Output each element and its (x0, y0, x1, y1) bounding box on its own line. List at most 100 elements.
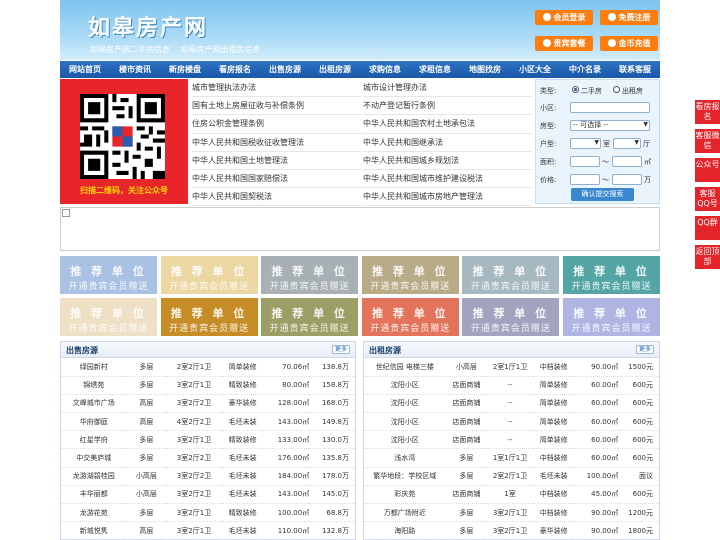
site-logo[interactable]: 如皋房产网 (88, 10, 208, 42)
listing-cell[interactable]: 沈阳小区 (364, 412, 446, 432)
listing-row[interactable]: 文峰城市广场 高层 3室2厅2卫 豪华装修 128.00㎡ 168.0万 (61, 394, 355, 414)
nav-item-10[interactable]: 中介名录 (560, 61, 610, 78)
recommended-unit-ad[interactable]: 推 荐 单 位开通贵宾会员赠送 (462, 256, 560, 294)
law-link[interactable]: 中华人民共和国城市房地产管理法 (363, 188, 532, 207)
area-min-input[interactable] (570, 156, 600, 167)
listing-row[interactable]: 沈阳小区 店面商铺 -- 简单装修 60.00㎡ 600元 (364, 412, 659, 432)
side-button-1[interactable]: 客服微信 (695, 129, 720, 153)
recharge-button[interactable]: 金币充值 (600, 36, 658, 51)
law-link[interactable]: 中华人民共和国国家赔偿法 (192, 170, 361, 189)
recommended-unit-ad[interactable]: 推 荐 单 位开通贵宾会员赠送 (261, 256, 359, 294)
search-submit-button[interactable]: 确认提交搜索 (571, 188, 634, 201)
listing-cell[interactable]: 沈阳小区 (364, 376, 446, 395)
listing-cell[interactable]: 龙游花苑 (61, 503, 127, 523)
radio-secondhand[interactable] (572, 86, 579, 93)
law-link[interactable]: 城市管理执法办法 (192, 79, 361, 98)
side-button-5[interactable]: 返回顶部 (695, 245, 720, 269)
listing-row[interactable]: 龙游湖碧桂园 小高层 3室2厅2卫 毛坯未装 184.00㎡ 178.0万 (61, 467, 355, 486)
nav-item-9[interactable]: 小区大全 (510, 61, 560, 78)
listing-cell[interactable]: 龙游湖碧桂园 (61, 467, 127, 486)
side-button-0[interactable]: 看房报名 (695, 100, 720, 124)
listing-row[interactable]: 红星学府 多层 3室2厅1卫 精致装修 133.00㎡ 130.0万 (61, 430, 355, 450)
listing-row[interactable]: 繁华地段：学校区域 多层 2室2厅1卫 毛坯未装 100.00㎡ 面议 (364, 467, 659, 486)
nav-item-3[interactable]: 看房报名 (210, 61, 260, 78)
register-button[interactable]: 免费注册 (600, 10, 658, 25)
listing-row[interactable]: 沈阳小区 店面商铺 -- 简单装修 60.00㎡ 600元 (364, 376, 659, 395)
law-link[interactable]: 中华人民共和国继承法 (363, 134, 532, 152)
recommended-unit-ad[interactable]: 推 荐 单 位开通贵宾会员赠送 (60, 256, 157, 294)
price-min-input[interactable] (570, 174, 600, 185)
listing-cell[interactable]: 中交美庐城 (61, 448, 127, 468)
listing-cell[interactable]: 彩庆苑 (364, 485, 446, 505)
listing-cell[interactable]: 万都广场附近 (364, 503, 446, 523)
listing-row[interactable]: 绿园新村 多层 2室2厅1卫 简单装修 70.06㎡ 138.8万 (61, 358, 355, 377)
listing-cell[interactable]: 浅水湾 (364, 448, 446, 468)
listing-cell[interactable]: 丰华丽都 (61, 485, 127, 505)
nav-item-8[interactable]: 地图找房 (460, 61, 510, 78)
nav-item-2[interactable]: 新房楼盘 (160, 61, 210, 78)
login-button[interactable]: 会员登录 (535, 10, 593, 25)
listing-row[interactable]: 中交美庐城 多层 3室2厅2卫 毛坯未装 176.00㎡ 135.8万 (61, 448, 355, 468)
recommended-unit-ad[interactable]: 推 荐 单 位开通贵宾会员赠送 (160, 298, 258, 336)
listing-cell[interactable]: 华府御庭 (61, 412, 127, 432)
listing-cell[interactable]: 海阳路 (364, 521, 446, 540)
listing-row[interactable]: 华府御庭 高层 4室2厅2卫 毛坯未装 143.00㎡ 149.8万 (61, 412, 355, 432)
nav-item-11[interactable]: 联系客服 (610, 61, 660, 78)
listing-cell[interactable]: 锦绣苑 (61, 376, 127, 395)
xiaoqu-input[interactable] (570, 102, 650, 113)
listing-row[interactable]: 丰华丽都 小高层 3室2厅2卫 毛坯未装 143.00㎡ 145.0万 (61, 485, 355, 505)
vip-package-button[interactable]: 贵宾套餐 (535, 36, 593, 51)
rooms-select[interactable]: ▼ (570, 138, 601, 149)
area-max-input[interactable] (612, 156, 642, 167)
nav-item-4[interactable]: 出售房源 (260, 61, 310, 78)
nav-item-7[interactable]: 求租信息 (410, 61, 460, 78)
law-link[interactable]: 中华人民共和国税收征收管理法 (192, 134, 361, 152)
side-button-2[interactable]: 公众号 (695, 158, 720, 182)
law-link[interactable]: 中华人民共和国农村土地承包法 (363, 115, 532, 134)
listing-row[interactable]: 沈阳小区 店面商铺 -- 简单装修 60.00㎡ 600元 (364, 430, 659, 450)
halls-select[interactable]: ▼ (613, 138, 641, 149)
listing-cell[interactable]: 沈阳小区 (364, 394, 446, 414)
side-button-4[interactable]: QQ群 (695, 216, 720, 240)
listing-cell[interactable]: 红星学府 (61, 430, 127, 450)
rental-link[interactable]: 如皋房产网出租房信息 (181, 45, 261, 54)
listing-row[interactable]: 彩庆苑 店面商铺 1室 中档装修 45.00㎡ 600元 (364, 485, 659, 505)
recommended-unit-ad[interactable]: 推 荐 单 位开通贵宾会员赠送 (563, 298, 660, 336)
nav-item-1[interactable]: 楼市资讯 (110, 61, 160, 78)
listing-cell[interactable]: 繁华地段：学校区域 (364, 467, 446, 486)
sale-more-button[interactable]: 更多 (332, 345, 350, 354)
listing-cell[interactable]: 沈阳小区 (364, 430, 446, 450)
listing-cell[interactable]: 绿园新村 (61, 358, 127, 377)
recommended-unit-ad[interactable]: 推 荐 单 位开通贵宾会员赠送 (261, 298, 359, 336)
listing-row[interactable]: 万都广场附近 多层 3室2厅1卫 中档装修 90.00㎡ 1200元 (364, 503, 659, 523)
listing-row[interactable]: 浅水湾 多层 1室1厅1卫 中档装修 60.00㎡ 600元 (364, 448, 659, 468)
side-button-3[interactable]: 客服QQ号 (695, 187, 720, 211)
nav-item-6[interactable]: 求购信息 (360, 61, 410, 78)
rent-more-button[interactable]: 更多 (636, 345, 654, 354)
listing-row[interactable]: 锦绣苑 多层 3室2厅1卫 精致装修 80.00㎡ 158.8万 (61, 376, 355, 395)
law-link[interactable]: 不动产登记暂行条例 (363, 97, 532, 116)
law-link[interactable]: 中华人民共和国土地管理法 (192, 152, 361, 170)
listing-cell[interactable]: 新城悦隽 (61, 521, 127, 540)
recommended-unit-ad[interactable]: 推 荐 单 位开通贵宾会员赠送 (361, 298, 459, 336)
listing-cell[interactable]: 世纪信园 电梯三楼 (364, 358, 446, 377)
law-link[interactable]: 国有土地上房屋征收与补偿条例 (192, 97, 361, 116)
law-link[interactable]: 中华人民共和国城乡规划法 (363, 152, 532, 170)
listing-row[interactable]: 新城悦隽 高层 3室2厅1卫 毛坯未装 110.00㎡ 132.8万 (61, 521, 355, 540)
secondhand-link[interactable]: 如皋房产网二手房信息 (90, 45, 170, 54)
law-link[interactable]: 城市设计管理办法 (363, 79, 532, 98)
listing-row[interactable]: 世纪信园 电梯三楼 小高层 2室1厅1卫 中档装修 90.00㎡ 1500元 (364, 358, 659, 377)
recommended-unit-ad[interactable]: 推 荐 单 位开通贵宾会员赠送 (160, 256, 258, 294)
recommended-unit-ad[interactable]: 推 荐 单 位开通贵宾会员赠送 (361, 256, 459, 294)
price-max-input[interactable] (612, 174, 642, 185)
listing-cell[interactable]: 文峰城市广场 (61, 394, 127, 414)
recommended-unit-ad[interactable]: 推 荐 单 位开通贵宾会员赠送 (60, 298, 157, 336)
recommended-unit-ad[interactable]: 推 荐 单 位开通贵宾会员赠送 (462, 298, 560, 336)
listing-row[interactable]: 沈阳小区 店面商铺 -- 简单装修 60.00㎡ 600元 (364, 394, 659, 414)
law-link[interactable]: 中华人民共和国契税法 (192, 188, 361, 207)
nav-item-5[interactable]: 出租房源 (310, 61, 360, 78)
fangxing-select[interactable]: -- 可选择 -- ▼ (570, 120, 650, 131)
banner-image[interactable] (60, 207, 660, 251)
law-link[interactable]: 中华人民共和国城市维护建设税法 (363, 170, 532, 189)
law-link[interactable]: 住房公积金管理条例 (192, 115, 361, 134)
